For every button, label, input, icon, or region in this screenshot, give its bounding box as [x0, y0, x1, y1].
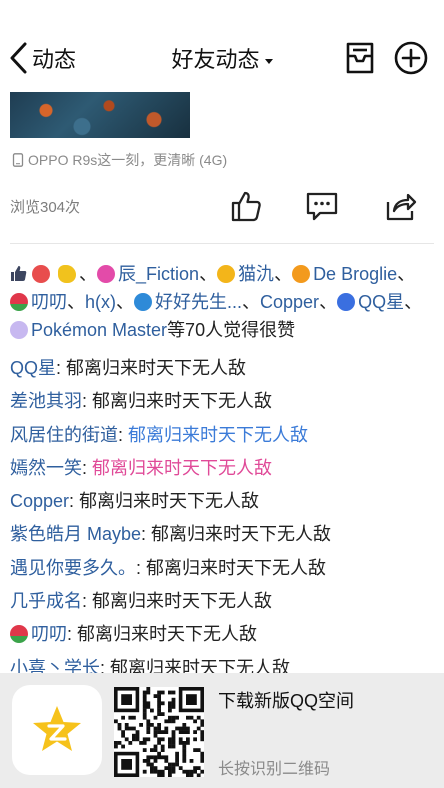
device-text: OPPO R9s这一刻，更清晰 (4G) — [28, 152, 228, 168]
like-user[interactable]: Copper — [260, 292, 319, 312]
comment-icon — [306, 192, 338, 221]
device-info: OPPO R9s这一刻，更清晰 (4G) — [12, 150, 227, 170]
crown-icon — [217, 265, 236, 283]
comment-text: 郁离归来时天下无人敌 — [92, 391, 273, 412]
comments-list: QQ星: 郁离归来时天下无人敌 差池其羽: 郁离归来时天下无人敌 风居住的街道:… — [10, 352, 440, 685]
qr-code[interactable] — [114, 687, 205, 778]
like-user[interactable]: h(x) — [85, 292, 116, 312]
comment-text: 郁离归来时天下无人敌 — [92, 457, 273, 478]
comment-row[interactable]: QQ星: 郁离归来时天下无人敌 — [10, 352, 440, 385]
comment-text: 郁离归来时天下无人敌 — [151, 524, 332, 545]
comment-author[interactable]: 嫣然一笑 — [10, 458, 82, 478]
like-user[interactable]: 叨叨 — [31, 292, 67, 312]
comment-text: 郁离归来时天下无人敌 — [66, 358, 247, 378]
like-user[interactable]: 辰_Fiction — [118, 264, 199, 284]
comment-author[interactable]: 叨叨 — [31, 624, 67, 644]
like-user[interactable]: 猫氿 — [238, 264, 274, 284]
small-thumbs-up-icon — [11, 266, 27, 281]
comment-row[interactable]: 叨叨: 郁离归来时天下无人敌 — [10, 618, 440, 651]
comment-text: 郁离归来时天下无人敌 — [92, 591, 273, 612]
download-banner[interactable]: 下载新版QQ空间 长按识别二维码 — [0, 673, 444, 788]
comment-row[interactable]: 遇见你要多久。: 郁离归来时天下无人敌 — [10, 552, 440, 585]
comment-text: 郁离归来时天下无人敌 — [79, 491, 260, 512]
comment-author[interactable]: 几乎成名 — [10, 591, 82, 611]
pink-swirl-icon — [97, 265, 116, 283]
likes-suffix: 等70人觉得很赞 — [167, 320, 296, 340]
heart-icon — [10, 321, 28, 339]
like-user[interactable]: QQ星 — [358, 292, 404, 312]
share-button[interactable] — [380, 186, 420, 226]
like-user[interactable]: Pokémon Master — [31, 320, 167, 340]
thumbs-up-icon — [231, 191, 261, 222]
post-photo[interactable] — [10, 92, 190, 138]
comment-row[interactable]: 差池其羽: 郁离归来时天下无人敌 — [10, 385, 440, 418]
comment-author[interactable]: 风居住的街道 — [10, 425, 118, 445]
comment-author[interactable]: 遇见你要多久。 — [10, 558, 136, 578]
watermelon-icon — [10, 625, 28, 644]
dropdown-caret-icon — [264, 58, 273, 64]
inbox-button[interactable] — [342, 40, 378, 81]
likes-list: 、辰_Fiction、 猫氿、 De Broglie、叨叨、h(x)、 好好先生...… — [10, 260, 436, 344]
view-count: 浏览304次 — [10, 199, 81, 216]
comment-author[interactable]: 紫色皓月 Maybe — [10, 524, 141, 544]
lemon-icon — [58, 265, 77, 283]
comment-row[interactable]: 紫色皓月 Maybe: 郁离归来时天下无人敌 — [10, 518, 440, 551]
watermelon-icon — [10, 293, 28, 311]
comment-author[interactable]: Copper — [10, 491, 69, 511]
download-title: 下载新版QQ空间 — [218, 691, 355, 711]
qzone-app-icon[interactable] — [12, 685, 102, 775]
nav-bar: 动态 好友动态 — [0, 0, 444, 92]
comment-row[interactable]: 几乎成名: 郁离归来时天下无人敌 — [10, 585, 440, 618]
like-button[interactable] — [226, 186, 266, 226]
page-title: 好友动态 — [171, 47, 260, 72]
like-user[interactable]: 好好先生... — [155, 292, 242, 312]
sun-icon — [292, 265, 311, 283]
vip-crown-icon — [32, 265, 51, 283]
comment-author[interactable]: QQ星 — [10, 358, 56, 378]
comment-row[interactable]: Copper: 郁离归来时天下无人敌 — [10, 485, 440, 518]
qzone-star-icon — [33, 706, 81, 751]
share-icon — [386, 193, 417, 221]
comment-button[interactable] — [302, 186, 342, 226]
comment-text: 郁离归来时天下无人敌 — [128, 424, 309, 445]
plus-circle-icon — [394, 41, 428, 75]
phone-icon — [12, 153, 24, 167]
divider — [10, 243, 434, 244]
lightning-icon — [337, 293, 356, 311]
comment-row[interactable]: 嫣然一笑: 郁离归来时天下无人敌 — [10, 452, 440, 485]
comment-author[interactable]: 差池其羽 — [10, 391, 82, 411]
comment-text: 郁离归来时天下无人敌 — [77, 624, 258, 645]
add-button[interactable] — [393, 40, 429, 81]
blue-swirl-icon — [134, 293, 152, 311]
comment-row[interactable]: 风居住的街道: 郁离归来时天下无人敌 — [10, 419, 440, 452]
inbox-icon — [346, 42, 374, 74]
qr-hint: 长按识别二维码 — [218, 761, 331, 778]
qr-code-icon — [114, 687, 205, 778]
like-user[interactable]: De Broglie — [313, 264, 397, 284]
comment-text: 郁离归来时天下无人敌 — [146, 557, 327, 578]
